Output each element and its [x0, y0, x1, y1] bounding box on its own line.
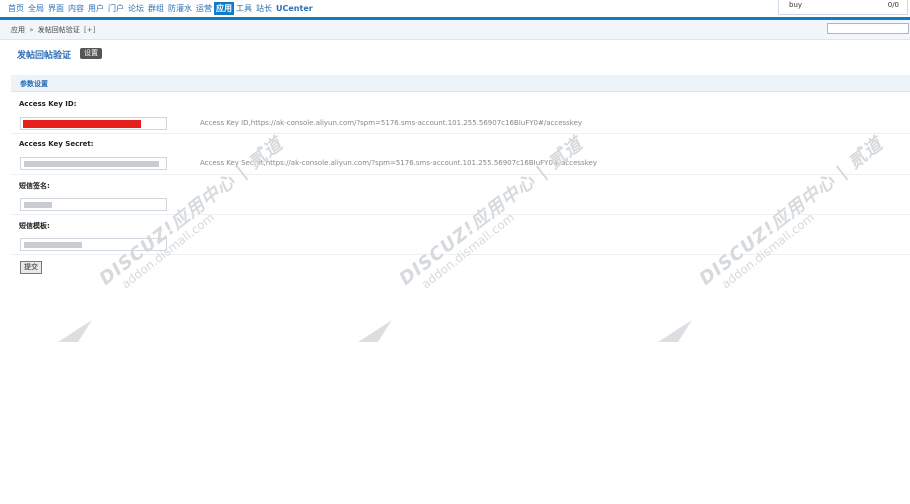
- top-nav: 首页 全局 界面 内容 用户 门户 论坛 群组 防灌水 运营 应用 工具 站长 UCenter: [0, 0, 910, 20]
- nav-item[interactable]: 用户: [86, 2, 106, 15]
- access-key-id-label: Access Key ID:: [19, 100, 77, 108]
- nav-item[interactable]: 内容: [66, 2, 86, 15]
- watermark-domain: addon.dismall.com: [418, 210, 518, 292]
- watermark-logo-icon: [658, 320, 692, 342]
- breadcrumb-separator: »: [29, 26, 34, 34]
- access-key-id-tip: Access Key ID,https://ak-console.aliyun.…: [200, 119, 583, 127]
- watermark-brand: DISCUZ!应用中心 | 贰道: [395, 133, 588, 290]
- breadcrumb-root[interactable]: 应用: [11, 26, 25, 34]
- watermark-logo-icon: [58, 320, 92, 342]
- access-key-secret-input[interactable]: [20, 157, 167, 170]
- watermark: DISCUZ!应用中心 | 贰道 addon.dismall.com: [58, 134, 298, 350]
- nav-item[interactable]: 门户: [106, 2, 126, 15]
- watermark-logo-icon: [358, 320, 392, 342]
- nav-item[interactable]: 站长: [254, 2, 274, 15]
- masked-value: [24, 161, 159, 167]
- sms-template-label: 短信模板:: [19, 222, 50, 230]
- nav-item[interactable]: 防灌水: [166, 2, 194, 15]
- access-key-secret-tip: Access Key Secret,https://ak-console.ali…: [200, 159, 597, 167]
- settings-tab-button[interactable]: 设置: [80, 48, 102, 59]
- nav-item[interactable]: 论坛: [126, 2, 146, 15]
- breadcrumb-current: 发帖回帖验证: [37, 26, 80, 34]
- watermark: DISCUZ!应用中心 | 贰道 addon.dismall.com: [358, 134, 598, 350]
- access-key-id-input[interactable]: [20, 117, 167, 130]
- nav-item[interactable]: 群组: [146, 2, 166, 15]
- buy-status-box: buy 0/0: [778, 0, 908, 15]
- row-divider: [11, 174, 910, 175]
- watermark-domain: addon.dismall.com: [718, 210, 818, 292]
- watermark-domain: addon.dismall.com: [118, 210, 218, 292]
- breadcrumb-bar: 应用 » 发帖回帖验证 [+]: [0, 20, 910, 40]
- row-divider: [11, 133, 910, 134]
- nav-item[interactable]: 工具: [234, 2, 254, 15]
- redaction-mark: [23, 120, 141, 128]
- row-divider: [11, 254, 910, 255]
- nav-item[interactable]: 界面: [46, 2, 66, 15]
- buy-label: buy: [789, 1, 803, 9]
- buy-count: 0/0: [887, 1, 899, 9]
- page-title: 发帖回帖验证: [17, 51, 72, 61]
- nav-item[interactable]: 首页: [6, 2, 26, 15]
- sms-template-input[interactable]: [20, 238, 167, 251]
- sms-signature-input[interactable]: [20, 198, 167, 211]
- masked-value: [24, 242, 82, 248]
- row-divider: [11, 214, 910, 215]
- add-shortcut-button[interactable]: [+]: [84, 26, 95, 34]
- nav-item[interactable]: 运营: [194, 2, 214, 15]
- masked-value: [24, 202, 52, 208]
- submit-button[interactable]: 提交: [20, 261, 42, 274]
- watermark-brand: DISCUZ!应用中心 | 贰道: [695, 133, 888, 290]
- nav-item[interactable]: 应用: [214, 2, 234, 15]
- access-key-secret-label: Access Key Secret:: [19, 140, 94, 148]
- top-nav-items: 首页 全局 界面 内容 用户 门户 论坛 群组 防灌水 运营 应用 工具 站长 UCenter: [6, 2, 315, 15]
- nav-item[interactable]: 全局: [26, 2, 46, 15]
- watermark: DISCUZ!应用中心 | 贰道 addon.dismall.com: [658, 134, 898, 350]
- breadcrumb: 应用 » 发帖回帖验证 [+]: [11, 25, 95, 35]
- search-input[interactable]: [827, 23, 909, 34]
- section-title: 参数设置: [20, 80, 48, 88]
- section-header: 参数设置: [11, 75, 910, 92]
- nav-item[interactable]: UCenter: [274, 2, 315, 15]
- sms-signature-label: 短信签名:: [19, 182, 50, 190]
